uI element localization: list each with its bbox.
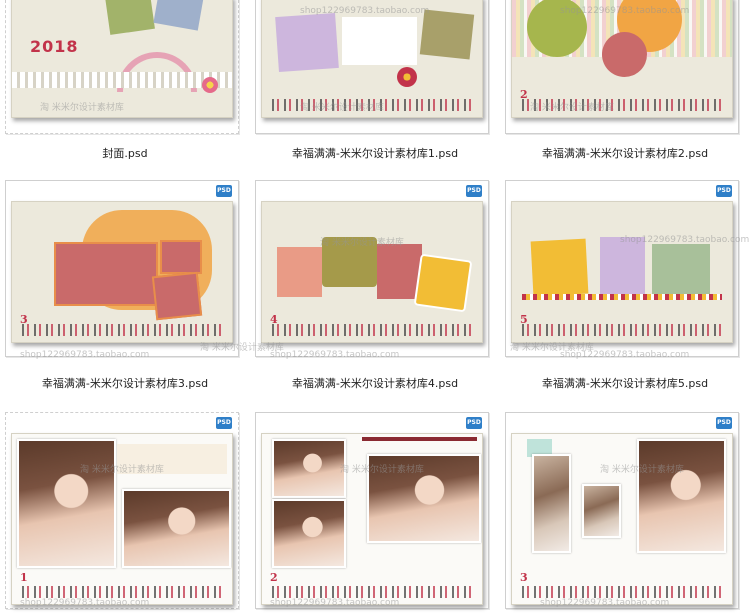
thumbnail-caption: 幸福满满-米米尔设计素材库2.psd	[541, 147, 709, 160]
thumbnail-frame: PSD 3	[5, 180, 239, 357]
photo-placeholder-white	[342, 17, 417, 65]
photo-placeholder-sage	[652, 244, 710, 294]
month-number: 2	[270, 571, 278, 584]
calendar-day-strip	[272, 99, 472, 111]
calendar-day-strip	[22, 586, 222, 598]
calendar-day-strip	[522, 324, 722, 336]
thumbnail-5[interactable]: PSD 5 幸福满满-米米尔设计素材库5.psd	[500, 180, 750, 390]
calendar-preview: 5	[511, 201, 733, 343]
calendar-preview: 2	[511, 0, 733, 118]
month-number: 3	[520, 571, 528, 584]
calendar-preview: 3	[511, 433, 733, 605]
calendar-day-strip	[272, 324, 472, 336]
thumbnail-8[interactable]: PSD 3	[500, 412, 750, 614]
flower-icon	[202, 77, 218, 93]
photo-placeholder-tilted	[151, 271, 203, 321]
thumbnail-caption: 封面.psd	[102, 147, 148, 160]
psd-badge: PSD	[716, 417, 732, 429]
thumbnail-frame: 2	[505, 0, 739, 134]
thumbnail-4[interactable]: PSD 4 幸福满满-米米尔设计素材库4.psd	[250, 180, 500, 390]
calendar-preview: 4	[261, 201, 483, 343]
photo-placeholder-olive	[419, 9, 475, 60]
psd-badge: PSD	[216, 417, 232, 429]
circle-rose	[602, 32, 647, 77]
psd-badge: PSD	[216, 185, 232, 197]
calendar-preview: 2018	[11, 0, 233, 118]
thumbnail-frame: 2018	[5, 0, 239, 134]
psd-badge: PSD	[466, 417, 482, 429]
psd-badge: PSD	[466, 185, 482, 197]
thumbnail-frame: PSD 3	[505, 412, 739, 609]
thumbnail-1[interactable]: PSD 幸福满满-米米尔设计素材库1.psd	[250, 0, 500, 205]
thumbnail-frame: PSD 2	[255, 412, 489, 609]
thumbnail-caption: 幸福满满-米米尔设计素材库3.psd	[41, 377, 209, 390]
photo-placeholder-yellow	[413, 253, 473, 313]
portrait-photo-large	[637, 439, 726, 553]
photo-placeholder-salmon	[277, 247, 322, 297]
thumbnail-frame: PSD 5	[505, 180, 739, 357]
thumbnail-caption: 幸福满满-米米尔设计素材库4.psd	[291, 377, 459, 390]
month-number: 1	[20, 571, 28, 584]
portrait-photo-bottom-left	[272, 499, 346, 568]
thumbnail-frame: PSD 4	[255, 180, 489, 357]
thumbnail-2[interactable]: 2 幸福满满-米米尔设计素材库2.psd	[500, 0, 750, 205]
calendar-day-strip	[22, 324, 222, 336]
flower-icon	[397, 67, 417, 87]
thumbnail-caption: 幸福满满-米米尔设计素材库5.psd	[541, 377, 709, 390]
portrait-photo-narrow	[532, 454, 571, 553]
thumbnail-3[interactable]: PSD 3 幸福满满-米米尔设计素材库3.psd	[0, 180, 250, 390]
title-decor	[117, 444, 227, 474]
calendar-day-strip	[522, 586, 722, 598]
thumbnail-frame: PSD	[255, 0, 489, 134]
calendar-preview: 3	[11, 201, 233, 343]
thumbnail-6[interactable]: PSD 1	[0, 412, 250, 614]
fence-strip	[12, 72, 232, 88]
portrait-photo-top-left	[272, 439, 346, 498]
calendar-day-strip	[522, 99, 722, 111]
photo-placeholder-large	[54, 242, 158, 306]
calendar-preview: 1	[11, 433, 233, 605]
header-bar	[362, 437, 477, 441]
psd-badge: PSD	[716, 185, 732, 197]
portrait-photo-right	[122, 489, 231, 568]
flower-border	[522, 294, 722, 300]
photo-placeholder-olive	[322, 237, 377, 287]
photo-placeholder-yellow	[530, 238, 589, 297]
portrait-photo-right	[367, 454, 481, 543]
thumbnail-7[interactable]: PSD 2	[250, 412, 500, 614]
calendar-preview: 2	[261, 433, 483, 605]
thumbnail-grid: 2018 封面.psd PSD 幸福满满-米米尔设计素材库1.psd	[0, 0, 750, 614]
portrait-photo-left	[17, 439, 116, 568]
thumbnail-frame: PSD 1	[5, 412, 239, 609]
calendar-day-strip	[272, 586, 472, 598]
thumbnail-caption: 幸福满满-米米尔设计素材库1.psd	[291, 147, 459, 160]
photo-placeholder-small	[160, 240, 202, 274]
photo-placeholder-lavender	[275, 12, 339, 73]
thumbnail-cover[interactable]: 2018 封面.psd	[0, 0, 250, 205]
photo-placeholder-lavender	[600, 237, 645, 297]
portrait-photo-small	[582, 484, 621, 538]
decor-square-blue	[153, 0, 206, 31]
calendar-preview	[261, 0, 483, 118]
year-label: 2018	[30, 37, 79, 56]
decor-square-green	[104, 0, 155, 35]
